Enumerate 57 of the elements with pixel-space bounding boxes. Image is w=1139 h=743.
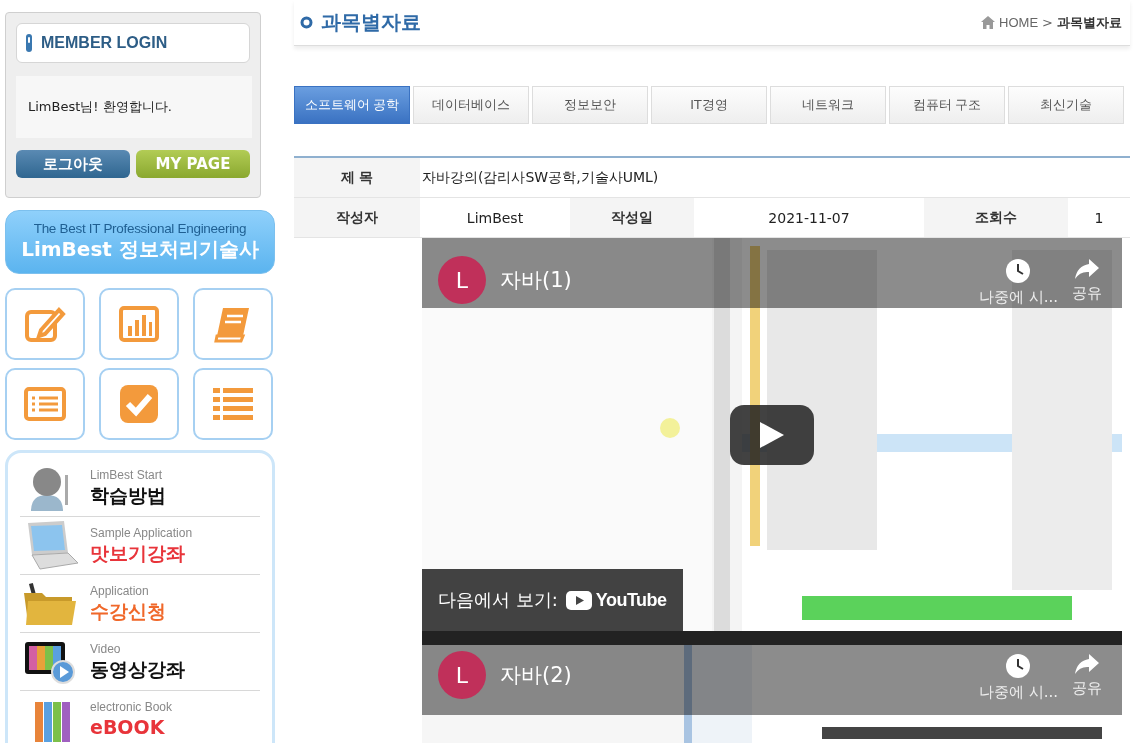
quick-link-tile[interactable]: [5, 368, 85, 440]
quick-link-tile[interactable]: [99, 368, 179, 440]
menu-label: 동영상강좌: [90, 656, 185, 682]
banner-title: LimBest 정보처리기술사: [21, 236, 259, 263]
category-tab[interactable]: 네트워크: [770, 86, 886, 124]
menu-item[interactable]: Sample Application 맛보기강좌: [20, 517, 260, 575]
menu-label: 맛보기강좌: [90, 540, 186, 566]
category-tab[interactable]: 데이터베이스: [413, 86, 529, 124]
circle-bullet-icon: [300, 16, 313, 29]
pill-icon: [25, 33, 33, 53]
menu-label: 수강신청: [90, 598, 166, 624]
table-header-cell: 작성일: [570, 198, 694, 237]
table-header-cell: 제 목: [294, 158, 420, 197]
menu-item[interactable]: Video 동영상강좌: [20, 633, 260, 691]
breadcrumb-link[interactable]: HOME: [999, 15, 1039, 30]
quick-link-tile[interactable]: [5, 288, 85, 360]
menu-label: 학습방법: [90, 482, 166, 508]
menu-item[interactable]: Application 수강신청: [20, 575, 260, 633]
breadcrumb-current: 과목별자료: [1057, 13, 1122, 32]
banner-subtitle: The Best IT Professional Engineering: [33, 221, 247, 236]
bar-chart-icon: [117, 304, 161, 344]
menu-item[interactable]: electronic Book eBOOK: [20, 691, 260, 743]
menu-caption: electronic Book: [90, 699, 173, 714]
welcome-message: LimBest님! 환영합니다.: [28, 98, 172, 116]
quick-link-tile[interactable]: [193, 288, 273, 360]
menu-label: eBOOK: [90, 714, 166, 740]
table-header-cell: 조회수: [924, 198, 1068, 237]
table-header-cell: 작성자: [294, 198, 420, 237]
table-cell-text: 2021-11-07: [767, 208, 851, 228]
watch-later-label[interactable]: 나중에 시...: [978, 683, 1058, 702]
page-title: 과목별자료: [321, 9, 421, 36]
quick-link-tile[interactable]: [99, 288, 179, 360]
menu-item[interactable]: LimBest Start 학습방법: [20, 459, 260, 517]
login-title: MEMBER LOGIN: [41, 34, 168, 52]
category-tab[interactable]: 최신기술: [1008, 86, 1124, 124]
category-tab[interactable]: 정보보안: [532, 86, 648, 124]
logout-button[interactable]: 로그아웃: [16, 150, 130, 178]
table-cell-text: 1: [1093, 208, 1105, 228]
menu-caption: Sample Application: [90, 525, 193, 540]
category-tab[interactable]: IT경영: [651, 86, 767, 124]
category-tab[interactable]: 컴퓨터 구조: [889, 86, 1005, 124]
menu-caption: LimBest Start: [90, 467, 164, 482]
quick-link-tile[interactable]: [193, 368, 273, 440]
share-icon[interactable]: [1074, 653, 1100, 675]
menu-caption: Application: [90, 583, 150, 598]
checkbox-icon: [117, 384, 161, 424]
banner[interactable]: The Best IT Professional Engineering LimBest 정보처리기술사: [5, 210, 275, 274]
share-label[interactable]: 공유: [1072, 679, 1102, 698]
menu-caption: Video: [90, 641, 122, 656]
table-cell-text: LimBest: [465, 208, 525, 228]
category-tab[interactable]: 소프트웨어 공학: [294, 86, 410, 124]
list-card-icon: [23, 384, 67, 424]
video-title[interactable]: 자바(2): [500, 661, 965, 689]
home-icon: [981, 16, 996, 29]
table-cell-text: 자바강의(감리사SW공학,기술사UML): [421, 167, 660, 187]
clock-icon[interactable]: [1005, 653, 1032, 679]
breadcrumb-separator: >: [1042, 15, 1053, 30]
